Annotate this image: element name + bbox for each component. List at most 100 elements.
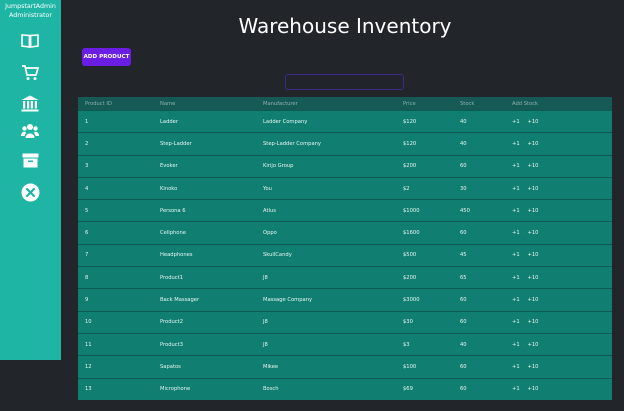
- name-cell: Product3: [153, 332, 256, 356]
- stock-cell: 60: [453, 377, 505, 400]
- remove-stock-button[interactable]: -: [523, 141, 525, 147]
- stock-cell: 30: [453, 176, 505, 200]
- manufacturer-cell: Ladder Company: [256, 109, 396, 133]
- manufacturer-cell: Atlus: [256, 199, 396, 222]
- manufacturer-cell: Bosch: [256, 377, 396, 400]
- add-stock-cell: +1- +10: [505, 154, 612, 178]
- add-one-button[interactable]: +1: [512, 141, 520, 147]
- add-one-button[interactable]: +1: [512, 186, 520, 192]
- user-role: Administrator: [9, 12, 52, 19]
- manufacturer-cell: Massage Company: [256, 288, 396, 312]
- name-cell: Product1: [153, 266, 256, 289]
- remove-stock-button[interactable]: -: [523, 186, 525, 192]
- manufacturer-cell: Mikee: [256, 355, 396, 379]
- users-icon[interactable]: [20, 121, 40, 141]
- add-one-button[interactable]: +1: [512, 163, 520, 169]
- book-open-icon[interactable]: [20, 30, 40, 50]
- table-row: 5 Persona 6 Atlus $1000 450 +1- +10: [78, 199, 612, 222]
- name-cell: Kinoko: [153, 176, 256, 200]
- table-row: 12 Sapatos Mikee $100 60 +1- +10: [78, 355, 612, 379]
- remove-stock-button[interactable]: -: [523, 230, 525, 236]
- search-input[interactable]: [285, 74, 404, 90]
- add-ten-button[interactable]: +10: [528, 208, 539, 214]
- manufacturer-cell: Step-Ladder Company: [256, 132, 396, 156]
- remove-stock-button[interactable]: -: [523, 364, 525, 370]
- table-row: 8 Product1 J8 $200 65 +1- +10: [78, 266, 612, 289]
- add-one-button[interactable]: +1: [512, 208, 520, 214]
- price-cell: $69: [396, 377, 453, 400]
- add-one-button[interactable]: +1: [512, 342, 520, 348]
- inventory-table: Product ID Name Manufacturer Price Stock…: [78, 97, 612, 400]
- add-ten-button[interactable]: +10: [528, 186, 539, 192]
- stock-cell: 450: [453, 199, 505, 222]
- add-ten-button[interactable]: +10: [528, 364, 539, 370]
- price-cell: $30: [396, 310, 453, 334]
- add-ten-button[interactable]: +10: [528, 163, 539, 169]
- remove-stock-button[interactable]: -: [523, 319, 525, 325]
- name-cell: Evoker: [153, 154, 256, 178]
- price-cell: $120: [396, 109, 453, 133]
- product-id-cell: 2: [78, 132, 153, 156]
- add-one-button[interactable]: +1: [512, 252, 520, 258]
- add-ten-button[interactable]: +10: [528, 319, 539, 325]
- remove-stock-button[interactable]: -: [523, 252, 525, 258]
- price-cell: $100: [396, 355, 453, 379]
- column-header-stock: Stock: [453, 97, 505, 111]
- stock-cell: 60: [453, 355, 505, 379]
- add-stock-cell: +1- +10: [505, 377, 612, 400]
- add-ten-button[interactable]: +10: [528, 230, 539, 236]
- remove-stock-button[interactable]: -: [523, 208, 525, 214]
- product-id-cell: 3: [78, 154, 153, 178]
- remove-stock-button[interactable]: -: [523, 275, 525, 281]
- bank-icon[interactable]: [20, 93, 40, 113]
- price-cell: $3: [396, 332, 453, 356]
- column-header-name: Name: [153, 97, 256, 111]
- price-cell: $500: [396, 243, 453, 267]
- add-ten-button[interactable]: +10: [528, 141, 539, 147]
- remove-stock-button[interactable]: -: [523, 342, 525, 348]
- table-row: 3 Evoker Kirijo Group $200 60 +1- +10: [78, 154, 612, 178]
- add-ten-button[interactable]: +10: [528, 275, 539, 281]
- remove-stock-button[interactable]: -: [523, 297, 525, 303]
- add-stock-cell: +1- +10: [505, 355, 612, 379]
- add-stock-cell: +1- +10: [505, 332, 612, 356]
- add-one-button[interactable]: +1: [512, 297, 520, 303]
- name-cell: Sapatos: [153, 355, 256, 379]
- add-ten-button[interactable]: +10: [528, 252, 539, 258]
- name-cell: Step-Ladder: [153, 132, 256, 156]
- name-cell: Ladder: [153, 109, 256, 133]
- add-product-button[interactable]: ADD PRODUCT: [82, 48, 131, 66]
- column-header-product-id: Product ID: [78, 97, 153, 111]
- manufacturer-cell: J8: [256, 310, 396, 334]
- remove-stock-button[interactable]: -: [523, 386, 525, 392]
- add-ten-button[interactable]: +10: [528, 386, 539, 392]
- manufacturer-cell: SkullCandy: [256, 243, 396, 267]
- add-stock-cell: +1- +10: [505, 132, 612, 156]
- close-circle-icon[interactable]: [20, 182, 40, 202]
- add-one-button[interactable]: +1: [512, 386, 520, 392]
- add-one-button[interactable]: +1: [512, 230, 520, 236]
- price-cell: $1000: [396, 199, 453, 222]
- stock-cell: 40: [453, 132, 505, 156]
- price-cell: $200: [396, 154, 453, 178]
- add-stock-cell: +1- +10: [505, 243, 612, 267]
- product-id-cell: 7: [78, 243, 153, 267]
- add-ten-button[interactable]: +10: [528, 119, 539, 125]
- remove-stock-button[interactable]: -: [523, 163, 525, 169]
- price-cell: $3000: [396, 288, 453, 312]
- add-one-button[interactable]: +1: [512, 319, 520, 325]
- product-id-cell: 12: [78, 355, 153, 379]
- stock-cell: 60: [453, 310, 505, 334]
- remove-stock-button[interactable]: -: [523, 119, 525, 125]
- add-ten-button[interactable]: +10: [528, 342, 539, 348]
- add-one-button[interactable]: +1: [512, 364, 520, 370]
- add-one-button[interactable]: +1: [512, 119, 520, 125]
- page-title: Warehouse Inventory: [238, 14, 452, 38]
- add-ten-button[interactable]: +10: [528, 297, 539, 303]
- shopping-cart-icon[interactable]: [20, 62, 40, 82]
- name-cell: Persona 6: [153, 199, 256, 222]
- product-id-cell: 9: [78, 288, 153, 312]
- archive-box-icon[interactable]: [20, 150, 40, 170]
- price-cell: $2: [396, 176, 453, 200]
- add-one-button[interactable]: +1: [512, 275, 520, 281]
